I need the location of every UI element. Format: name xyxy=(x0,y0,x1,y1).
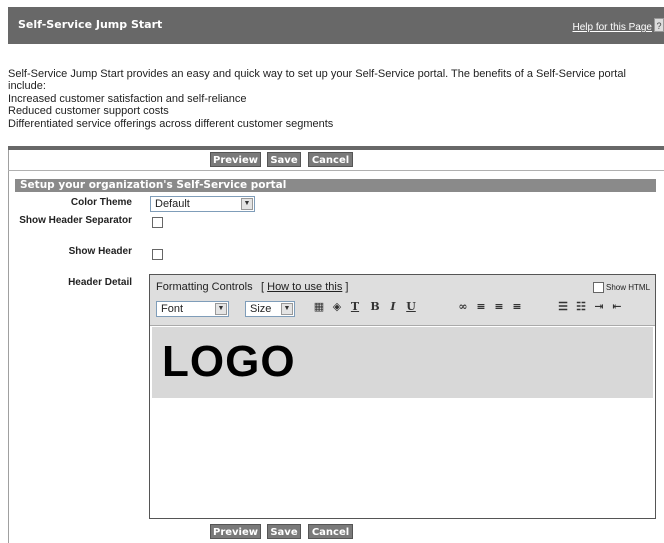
italic-icon[interactable]: I xyxy=(386,300,400,314)
cancel-button[interactable]: Cancel xyxy=(308,524,353,539)
header-detail-label: Header Detail xyxy=(68,277,132,288)
section-header: Setup your organization's Self-Service p… xyxy=(15,179,656,192)
numbered-list-icon[interactable]: ☷ xyxy=(574,300,588,314)
help-link[interactable]: Help for this Page xyxy=(573,22,653,33)
page-header: Self-Service Jump Start Help for this Pa… xyxy=(8,7,664,44)
chevron-down-icon[interactable]: ▼ xyxy=(281,303,293,315)
cancel-button[interactable]: Cancel xyxy=(308,152,353,167)
show-header-checkbox[interactable] xyxy=(152,249,163,260)
size-select-value: Size xyxy=(250,303,272,315)
formatting-controls-label: Formatting Controls xyxy=(156,281,253,293)
link-icon[interactable]: ∞ xyxy=(456,300,470,314)
outdent-icon[interactable]: ⇤ xyxy=(610,300,624,314)
intro-line-1: Self-Service Jump Start provides an easy… xyxy=(8,68,626,80)
font-select-value: Font xyxy=(161,303,184,315)
how-to-use-link[interactable]: [ How to use this ] xyxy=(261,281,348,293)
divider xyxy=(8,146,664,150)
save-button[interactable]: Save xyxy=(267,524,301,539)
size-select[interactable]: Size ▼ xyxy=(245,301,295,317)
intro-line-2: include: xyxy=(8,80,46,93)
button-row-top: Preview Save Cancel xyxy=(0,152,664,168)
align-left-icon[interactable]: ≡ xyxy=(474,300,488,314)
benefit-item: Differentiated service offerings across … xyxy=(8,117,334,130)
indent-icon[interactable]: ⇥ xyxy=(592,300,606,314)
header-detail-editor[interactable]: Formatting Controls [ How to use this ] … xyxy=(149,274,656,519)
table-icon[interactable]: ▦ xyxy=(312,300,326,314)
left-border xyxy=(8,150,9,543)
text-color-icon[interactable]: T xyxy=(348,300,362,314)
preview-button[interactable]: Preview xyxy=(210,152,261,167)
show-header-label: Show Header xyxy=(68,246,132,257)
chevron-down-icon[interactable]: ▼ xyxy=(241,198,253,210)
intro-text: Self-Service Jump Start provides an easy… xyxy=(8,68,658,130)
underline-icon[interactable]: U xyxy=(404,300,418,314)
page-title: Self-Service Jump Start xyxy=(18,18,163,31)
show-html-checkbox[interactable] xyxy=(593,282,604,293)
show-header-separator-checkbox[interactable] xyxy=(152,217,163,228)
save-button[interactable]: Save xyxy=(267,152,301,167)
bullet-list-icon[interactable]: ☰ xyxy=(556,300,570,314)
background-color-icon[interactable]: ◈ xyxy=(330,300,344,314)
benefit-item: Reduced customer support costs xyxy=(8,105,169,118)
how-to-use-text[interactable]: How to use this xyxy=(267,281,342,293)
button-row-bottom: Preview Save Cancel xyxy=(0,524,664,540)
logo-text: LOGO xyxy=(162,337,296,386)
chevron-down-icon[interactable]: ▼ xyxy=(215,303,227,315)
bold-icon[interactable]: B xyxy=(368,300,382,314)
show-html-label: Show HTML xyxy=(606,283,651,292)
show-header-separator-label: Show Header Separator xyxy=(19,215,132,226)
divider xyxy=(8,170,664,171)
color-theme-value: Default xyxy=(155,198,190,210)
editor-toolbar: Formatting Controls [ How to use this ] … xyxy=(150,275,655,326)
logo-area[interactable]: LOGO xyxy=(152,327,653,398)
benefit-item: Increased customer satisfaction and self… xyxy=(8,92,247,105)
align-right-icon[interactable]: ≡ xyxy=(510,300,524,314)
font-select[interactable]: Font ▼ xyxy=(156,301,229,317)
color-theme-label: Color Theme xyxy=(70,197,132,208)
help-icon[interactable]: ? xyxy=(654,18,664,32)
color-theme-select[interactable]: Default ▼ xyxy=(150,196,255,212)
preview-button[interactable]: Preview xyxy=(210,524,261,539)
align-center-icon[interactable]: ≡ xyxy=(492,300,506,314)
